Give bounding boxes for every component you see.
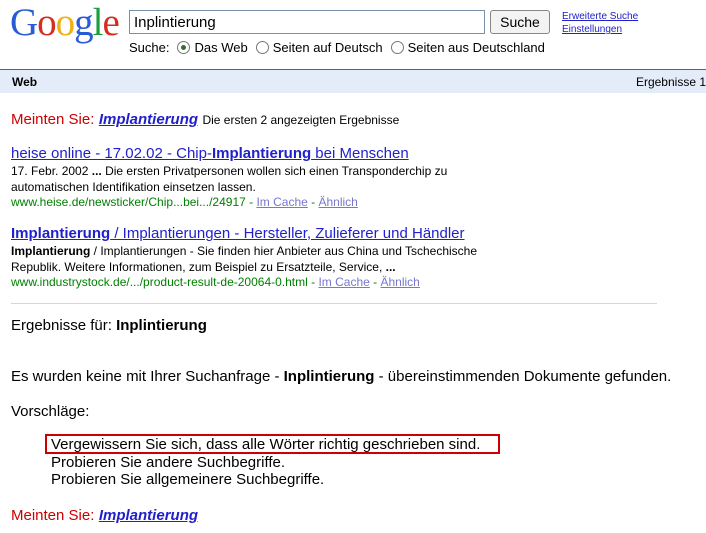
no-results-message: Es wurden keine mit Ihrer Suchanfrage - … [11,368,672,385]
highlight-box [45,434,500,454]
web-tab: Web [12,75,38,89]
cache-link[interactable]: Im Cache [318,275,369,289]
results-for-heading: Ergebnisse für: Inplintierung [11,317,207,334]
did-you-mean-note: Die ersten 2 angezeigten Ergebnisse [202,113,400,127]
header-links: Erweiterte Suche Einstellungen [562,10,638,36]
result-title-link[interactable]: heise online - 17.02.02 - Chip-Implantie… [11,145,409,162]
radio-label-das-web[interactable]: Das Web [194,40,247,55]
google-logo[interactable]: Google [10,3,120,43]
radio-label-seiten-auf-deutsch[interactable]: Seiten auf Deutsch [273,40,383,55]
similar-link[interactable]: Ähnlich [381,275,420,289]
results-count: Ergebnisse 1 [635,75,706,89]
search-scope-label: Suche: [129,40,170,55]
cache-link[interactable]: Im Cache [256,195,307,209]
result-url: www.industrystock.de/.../product-result-… [11,275,420,289]
settings-link[interactable]: Einstellungen [562,23,638,36]
radio-das-web[interactable] [177,41,191,54]
result-title-link[interactable]: Implantierung / Implantierungen - Herste… [11,225,465,242]
result-item: heise online - 17.02.02 - Chip-Implantie… [11,145,671,209]
result-snippet: Implantierung / Implantierungen - Sie fi… [11,244,478,274]
suggestion-item: Probieren Sie andere Suchbegriffe. [51,453,286,471]
suggestion-item: Probieren Sie allgemeinere Suchbegriffe. [51,471,325,488]
did-you-mean-prefix: Meinten Sie: [11,111,95,128]
did-you-mean-top: Meinten Sie: Implantierung Die ersten 2 … [11,111,399,129]
search-scope-row: Suche: Das Web Seiten auf Deutsch Seiten… [129,40,545,55]
search-input[interactable] [129,10,485,34]
did-you-mean-link[interactable]: Implantierung [99,111,198,128]
result-snippet: 17. Febr. 2002 ... Die ersten Privatpers… [11,164,448,194]
radio-seiten-auf-deutsch[interactable] [255,41,269,54]
result-item: Implantierung / Implantierungen - Herste… [11,225,691,289]
result-url: www.heise.de/newsticker/Chip...bei.../24… [11,195,358,209]
did-you-mean-prefix: Meinten Sie: [11,507,95,524]
did-you-mean-bottom: Meinten Sie: Implantierung [11,507,198,525]
search-button[interactable]: Suche [490,10,550,34]
radio-label-seiten-aus-deutschland[interactable]: Seiten aus Deutschland [408,40,545,55]
advanced-search-link[interactable]: Erweiterte Suche [562,10,638,23]
similar-link[interactable]: Ähnlich [319,195,358,209]
did-you-mean-link[interactable]: Implantierung [99,507,198,524]
results-bar: Web Ergebnisse 1 [0,69,706,93]
radio-seiten-aus-deutschland[interactable] [390,41,404,54]
separator [11,303,657,304]
suggestions-label: Vorschläge: [11,403,90,420]
